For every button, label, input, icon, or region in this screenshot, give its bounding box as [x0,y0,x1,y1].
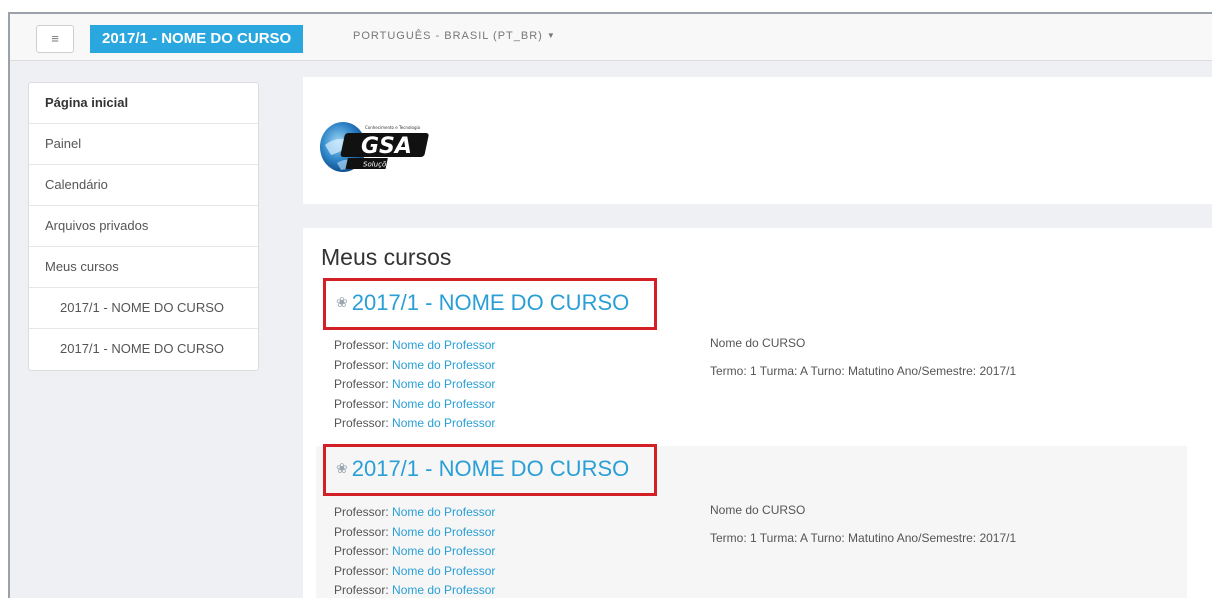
course-title: 2017/1 - NOME DO CURSO [351,456,630,481]
teacher-row: Professor: Nome do Professor [334,524,496,539]
site-brand[interactable]: 2017/1 - NOME DO CURSO [90,25,304,53]
sidebar-item-private-files[interactable]: Arquivos privados [29,206,258,247]
language-label: PORTUGUÊS - BRASIL (PT_BR) [353,30,543,42]
teacher-link[interactable]: Nome do Professor [392,397,495,411]
course-summary-details: Termo: 1 Turma: A Turno: Matutino Ano/Se… [710,364,1017,378]
top-navbar: ≡ 2017/1 - NOME DO CURSO PORTUGUÊS - BRA… [10,14,1212,61]
course-title-link[interactable]: ❀ 2017/1 - NOME DO CURSO [336,456,629,482]
course-summary-name: Nome do CURSO [710,503,806,517]
logo-text: GSA [361,134,412,159]
teacher-link[interactable]: Nome do Professor [392,377,495,391]
my-courses-heading: Meus cursos [321,244,452,270]
teacher-row: Professor: Nome do Professor [334,357,496,372]
course-summary: Nome do CURSO Termo: 1 Turma: A Turno: M… [710,336,1016,378]
course-summary-name: Nome do CURSO [710,336,806,350]
sidebar-item-dashboard[interactable]: Painel [29,124,258,165]
course-highlight-box: ❀ 2017/1 - NOME DO CURSO [323,444,657,496]
course-title: 2017/1 - NOME DO CURSO [351,290,630,315]
caret-down-icon: ▼ [546,31,556,40]
course-card: ❀ 2017/1 - NOME DO CURSO Professor: Nome … [316,278,1187,433]
course-icon: ❀ [336,294,348,310]
course-icon: ❀ [336,460,348,476]
teacher-link[interactable]: Nome do Professor [392,416,495,430]
browser-page: ≡ 2017/1 - NOME DO CURSO PORTUGUÊS - BRA… [8,12,1212,598]
teacher-link[interactable]: Nome do Professor [392,338,495,352]
teacher-row: Professor: Nome do Professor [334,338,496,352]
hamburger-icon: ≡ [51,31,59,46]
logo-tagline: Conhecimento e Tecnologia [365,125,421,130]
teacher-row: Professor: Nome do Professor [334,544,496,559]
logo-subtitle: Soluções [363,161,395,169]
teachers-list: Professor: Nome do Professor Professor: … [334,336,495,434]
menu-toggle-button[interactable]: ≡ [36,25,74,53]
sidebar-item-home[interactable]: Página inicial [29,83,258,124]
teacher-link[interactable]: Nome do Professor [392,583,495,597]
teacher-link[interactable]: Nome do Professor [392,358,495,372]
teacher-link[interactable]: Nome do Professor [392,505,495,519]
sidebar-item-course[interactable]: 2017/1 - NOME DO CURSO [29,288,258,329]
course-summary: Nome do CURSO Termo: 1 Turma: A Turno: M… [710,503,1016,545]
teacher-link[interactable]: Nome do Professor [392,564,495,578]
teacher-link[interactable]: Nome do Professor [392,544,495,558]
language-menu[interactable]: PORTUGUÊS - BRASIL (PT_BR) ▼ [353,30,556,42]
logo-panel: GSA Soluções Conhecimento e Tecnologia [303,77,1212,204]
course-card: ❀ 2017/1 - NOME DO CURSO Professor: Nome … [316,444,1187,598]
teachers-list: Professor: Nome do Professor Professor: … [334,503,495,598]
teacher-row: Professor: Nome do Professor [334,396,496,411]
navigation-sidebar: Página inicial Painel Calendário Arquivo… [28,82,259,371]
sidebar-item-course[interactable]: 2017/1 - NOME DO CURSO [29,329,258,370]
teacher-row: Professor: Nome do Professor [334,563,496,578]
teacher-row: Professor: Nome do Professor [334,377,496,392]
sidebar-item-my-courses[interactable]: Meus cursos [29,247,258,288]
teacher-link[interactable]: Nome do Professor [392,525,495,539]
course-title-link[interactable]: ❀ 2017/1 - NOME DO CURSO [336,290,629,316]
gsa-logo[interactable]: GSA Soluções Conhecimento e Tecnologia [319,115,437,175]
course-summary-details: Termo: 1 Turma: A Turno: Matutino Ano/Se… [710,531,1017,545]
my-courses-panel: Meus cursos ❀ 2017/1 - NOME DO CURSO Prof… [303,228,1212,598]
teacher-row: Professor: Nome do Professor [334,583,496,598]
teacher-row: Professor: Nome do Professor [334,505,496,519]
teacher-row: Professor: Nome do Professor [334,416,496,431]
course-highlight-box: ❀ 2017/1 - NOME DO CURSO [323,278,657,330]
sidebar-item-calendar[interactable]: Calendário [29,165,258,206]
